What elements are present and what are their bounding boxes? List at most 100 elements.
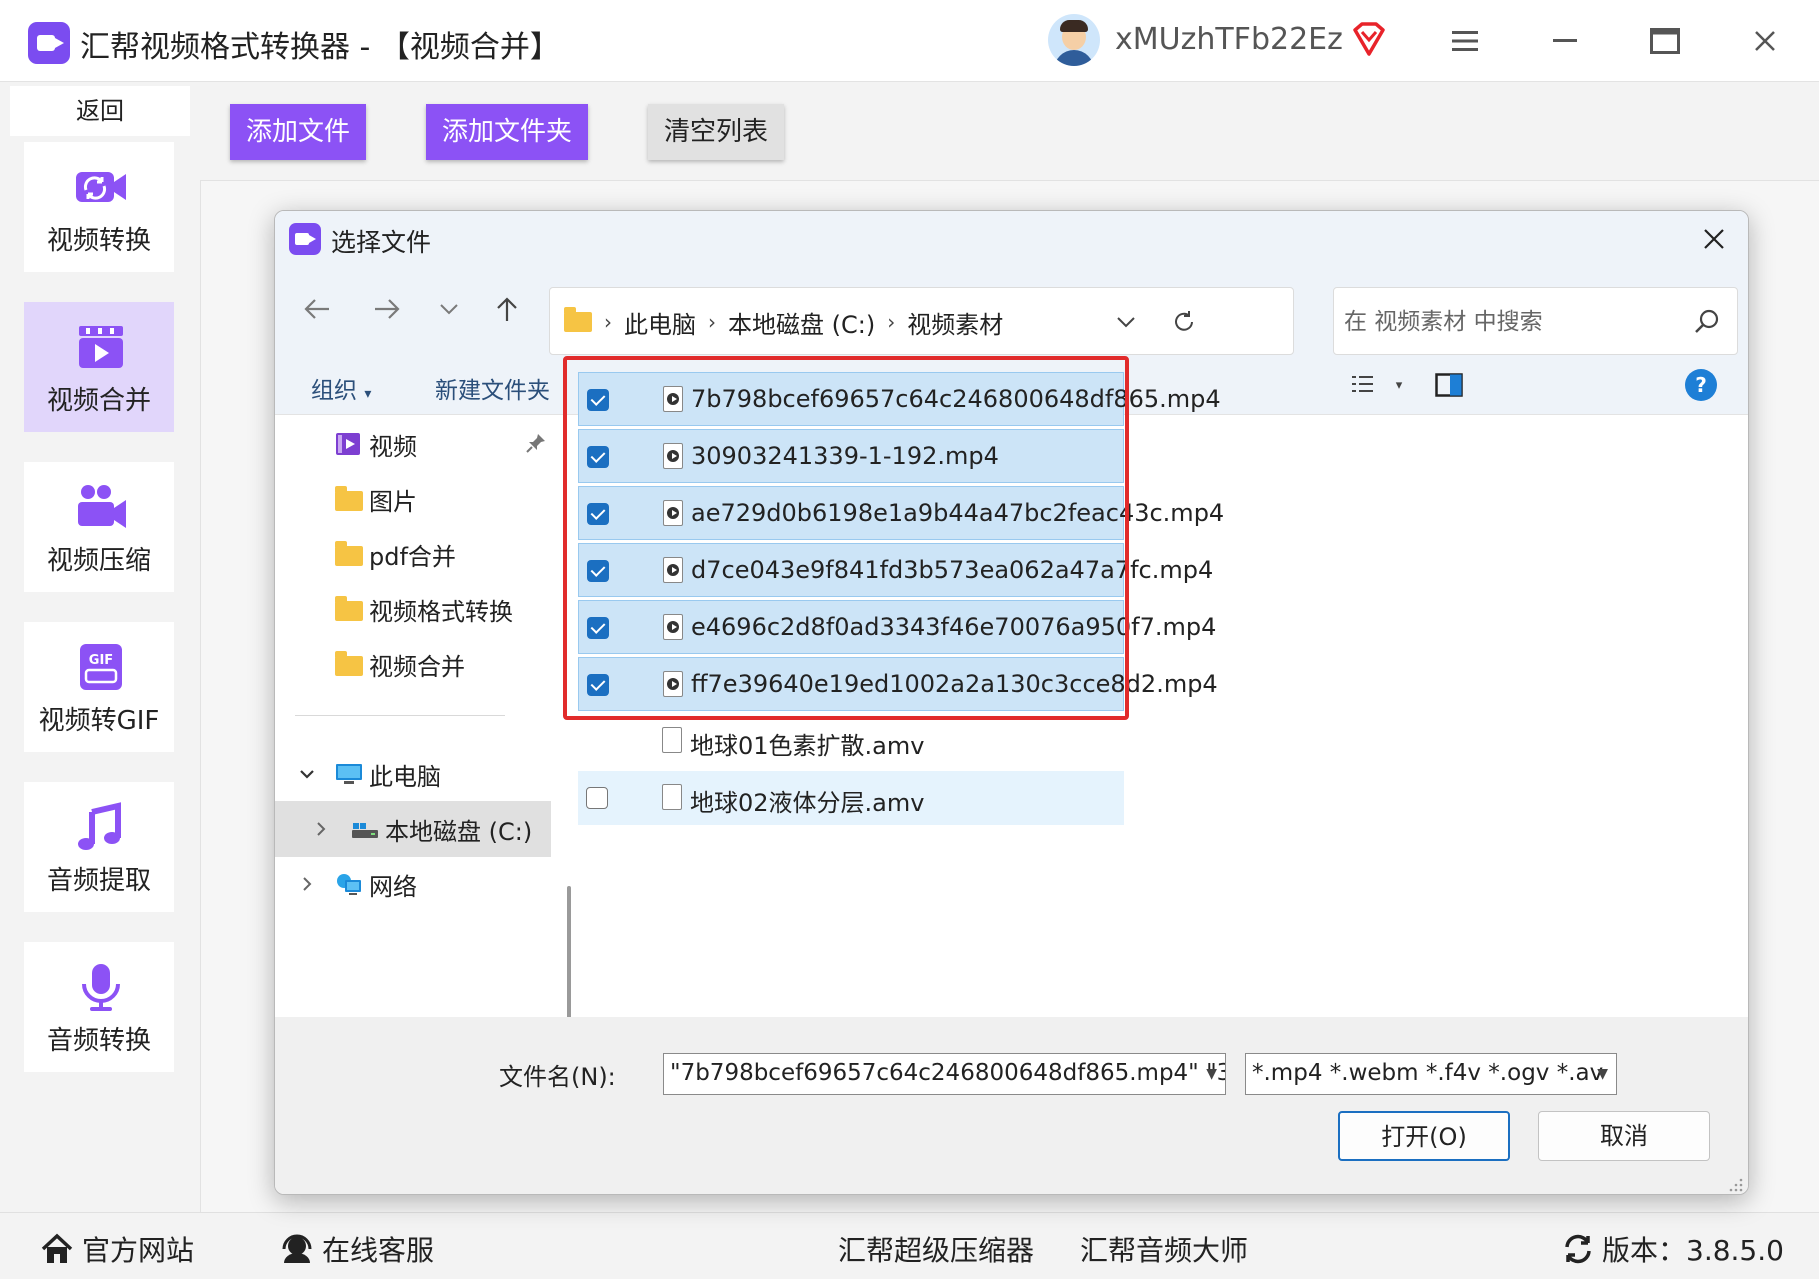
file-row[interactable]: 地球02液体分层.amv (578, 771, 1124, 825)
file-name: ff7e39640e19ed1002a2a130c3cce8d2.mp4 (691, 670, 1218, 698)
sidebar-item-audio-extract[interactable]: 音频提取 (24, 782, 174, 912)
folder-icon (564, 307, 592, 332)
compressor-link[interactable]: 汇帮超级压缩器 (838, 1229, 1034, 1269)
online-support-label: 在线客服 (322, 1234, 435, 1267)
sidebar-item-audio-convert[interactable]: 音频转换 (24, 942, 174, 1072)
nav-item-video-format-convert[interactable]: 视频格式转换 (275, 581, 555, 637)
checkbox-checked[interactable] (587, 674, 609, 696)
chevron-down-icon[interactable]: ▼ (1206, 1066, 1217, 1082)
chevron-down-icon[interactable]: ▼ (1597, 1066, 1608, 1082)
filename-field[interactable]: "7b798bcef69657c64c246800648df865.mp4" "… (663, 1053, 1226, 1095)
file-open-dialog: 选择文件 › 此电脑 › 本地磁盘 (C:) › 视频素材 在 视频素材 中搜索… (274, 210, 1749, 1195)
home-icon (41, 1233, 73, 1263)
checkbox-checked[interactable] (587, 446, 609, 468)
checkbox-checked[interactable] (587, 617, 609, 639)
close-button[interactable] (1740, 18, 1790, 64)
title-bar: 汇帮视频格式转换器 - 【视频合并】 xMUzhTFb22Ez (0, 0, 1819, 82)
preview-pane-button[interactable] (1431, 369, 1467, 401)
navigation-pane: 视频 图片 pdf合并 视频格式转换 视频合并 此电脑 本地磁盘 (C:) 网络 (275, 416, 571, 1090)
sidebar-item-video-merge[interactable]: 视频合并 (24, 302, 174, 432)
view-options-button[interactable] (1347, 369, 1383, 401)
file-row[interactable]: d7ce043e9f841fd3b573ea062a47a7fc.mp4 (578, 543, 1213, 597)
file-row[interactable]: 7b798bcef69657c64c246800648df865.mp4 (578, 372, 1221, 426)
file-row[interactable]: ae729d0b6198e1a9b44a47bc2feac43c.mp4 (578, 486, 1224, 540)
chevron-down-icon[interactable] (295, 762, 319, 786)
pin-icon[interactable] (525, 432, 547, 454)
nav-item-this-pc[interactable]: 此电脑 (275, 746, 555, 802)
videos-folder-icon (336, 433, 360, 455)
nav-item-label: 视频格式转换 (369, 597, 513, 626)
file-type-select[interactable]: *.mp4 *.webm *.f4v *.ogv *.av ▼ (1245, 1053, 1617, 1095)
vip-diamond-icon[interactable] (1350, 20, 1388, 58)
online-support-link[interactable]: 在线客服 (280, 1229, 434, 1269)
forward-nav-button[interactable] (367, 287, 407, 331)
sidebar-item-video-convert[interactable]: 视频转换 (24, 142, 174, 272)
address-bar[interactable]: › 此电脑 › 本地磁盘 (C:) › 视频素材 (549, 287, 1294, 355)
maximize-icon (1650, 28, 1680, 54)
cancel-button[interactable]: 取消 (1538, 1111, 1710, 1161)
headset-icon (282, 1234, 312, 1263)
folder-icon (335, 651, 363, 676)
version-info[interactable]: 版本：3.8.5.0 (1562, 1229, 1784, 1269)
back-nav-button[interactable] (297, 287, 337, 331)
video-merge-icon (79, 326, 123, 368)
address-dropdown-button[interactable] (1106, 300, 1146, 344)
file-row[interactable]: ff7e39640e19ed1002a2a130c3cce8d2.mp4 (578, 657, 1218, 711)
search-input[interactable] (1344, 302, 1674, 342)
clear-list-button[interactable]: 清空列表 (648, 104, 784, 160)
nav-item-pdf-merge[interactable]: pdf合并 (275, 526, 555, 582)
file-row[interactable]: 30903241339-1-192.mp4 (578, 429, 1124, 483)
audio-master-link[interactable]: 汇帮音频大师 (1080, 1229, 1248, 1269)
maximize-button[interactable] (1640, 18, 1690, 64)
view-dropdown-button[interactable]: ▾ (1389, 369, 1409, 401)
new-folder-button[interactable]: 新建文件夹 (435, 371, 550, 405)
chevron-right-icon[interactable] (309, 817, 333, 841)
refresh-icon (1175, 311, 1193, 331)
checkbox-checked[interactable] (587, 560, 609, 582)
dialog-title: 选择文件 (331, 228, 432, 257)
help-icon[interactable]: ? (1685, 369, 1717, 401)
official-website-label: 官方网站 (82, 1234, 195, 1267)
search-box[interactable] (1333, 287, 1738, 355)
arrow-left-icon (304, 299, 329, 319)
checkbox-checked[interactable] (587, 389, 609, 411)
official-website-link[interactable]: 官方网站 (40, 1229, 194, 1269)
nav-item-local-disk[interactable]: 本地磁盘 (C:) (275, 801, 551, 857)
file-row[interactable]: 地球01色素扩散.amv (578, 714, 1124, 768)
nav-item-pictures[interactable]: 图片 (275, 471, 555, 527)
bottom-bar: 官方网站 在线客服 汇帮超级压缩器 汇帮音频大师 版本：3.8.5.0 (0, 1212, 1819, 1279)
file-name: d7ce043e9f841fd3b573ea062a47a7fc.mp4 (691, 556, 1214, 584)
organize-menu[interactable]: 组织 ▾ (311, 371, 371, 405)
back-button[interactable]: 返回 (10, 86, 190, 136)
minimize-button[interactable] (1540, 18, 1590, 64)
drive-icon (352, 823, 378, 838)
sidebar-item-video-to-gif[interactable]: GIF 视频转GIF (24, 622, 174, 752)
sidebar-item-video-compress[interactable]: 视频压缩 (24, 462, 174, 592)
open-button[interactable]: 打开(O) (1338, 1111, 1510, 1161)
breadcrumb-local-disk[interactable]: 本地磁盘 (C:) (728, 305, 875, 340)
resize-grip-icon[interactable] (1728, 1177, 1744, 1193)
avatar[interactable] (1048, 14, 1100, 66)
nav-item-video-merge[interactable]: 视频合并 (275, 636, 555, 692)
file-row[interactable]: e4696c2d8f0ad3343f46e70076a950f7.mp4 (578, 600, 1216, 654)
hamburger-icon (1452, 31, 1478, 51)
up-folder-button[interactable] (487, 287, 527, 331)
add-folder-button[interactable]: 添加文件夹 (426, 104, 588, 160)
add-file-button[interactable]: 添加文件 (230, 104, 366, 160)
file-icon (662, 727, 682, 753)
checkbox-checked[interactable] (587, 503, 609, 525)
search-icon[interactable] (1693, 308, 1721, 336)
nav-item-network[interactable]: 网络 (275, 856, 555, 912)
caret-down-icon: ▾ (1395, 377, 1403, 393)
nav-item-videos[interactable]: 视频 (275, 416, 555, 472)
dialog-close-button[interactable] (1694, 219, 1734, 259)
username[interactable]: xMUzhTFb22Ez (1115, 22, 1343, 57)
video-file-icon (663, 500, 683, 526)
refresh-button[interactable] (1164, 300, 1204, 344)
breadcrumb-video-assets[interactable]: 视频素材 (907, 305, 1003, 340)
chevron-right-icon[interactable] (295, 872, 319, 896)
recent-locations-button[interactable] (429, 287, 469, 331)
breadcrumb-this-pc[interactable]: 此电脑 (624, 305, 696, 340)
checkbox-unchecked[interactable] (586, 787, 608, 809)
menu-button[interactable] (1440, 18, 1490, 64)
